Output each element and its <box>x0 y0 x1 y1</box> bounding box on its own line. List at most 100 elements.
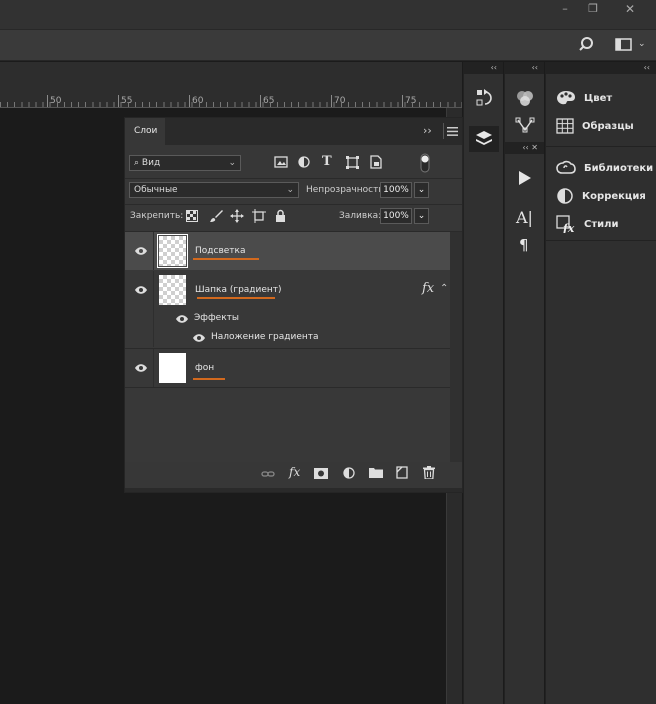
tool-dock-1: ‹‹ <box>463 62 503 704</box>
layer-row[interactable]: Шапка (градиент) fx ⌃ <box>125 271 450 347</box>
link-layers-icon[interactable] <box>261 469 275 479</box>
panel-color[interactable]: Цвет <box>556 86 612 110</box>
swatches-grid-icon <box>556 118 574 134</box>
channels-icon[interactable] <box>515 88 535 108</box>
options-bar: ⌄ <box>0 30 656 61</box>
filter-pixel-icon[interactable] <box>274 156 288 168</box>
blend-mode-select[interactable]: Обычные ⌄ <box>129 182 299 198</box>
visibility-eye-icon[interactable] <box>192 333 206 343</box>
new-layer-icon[interactable] <box>396 466 408 479</box>
lock-all-icon[interactable] <box>275 209 286 222</box>
layer-thumbnail <box>157 234 188 268</box>
lock-transparency-icon[interactable] <box>186 210 198 222</box>
lock-pixels-brush-icon[interactable] <box>209 209 223 223</box>
annotation-underline <box>197 297 275 299</box>
layer-name[interactable]: Подсветка <box>195 246 245 256</box>
collapse-icon[interactable]: ‹‹ ✕ <box>505 142 544 154</box>
new-adjustment-layer-icon[interactable] <box>343 467 355 479</box>
filter-shape-icon[interactable] <box>346 156 359 169</box>
fill-label: Заливка: <box>339 211 382 221</box>
lock-label: Закрепить: <box>130 211 184 221</box>
collapse-effects-icon[interactable]: ⌃ <box>440 283 448 294</box>
delete-layer-trash-icon[interactable] <box>423 466 435 479</box>
panel-dock-3: ‹‹ Цвет Образцы Библиотеки Коррекция fx … <box>545 62 656 704</box>
layers-panel-icon[interactable] <box>469 126 499 152</box>
layer-name[interactable]: фон <box>195 363 214 373</box>
panel-label: Коррекция <box>582 190 646 202</box>
effect-item-label: Наложение градиента <box>211 332 319 342</box>
panel-expand-icon[interactable]: ›› <box>423 124 432 137</box>
tab-layers[interactable]: Слои <box>125 118 165 145</box>
panel-label: Цвет <box>584 92 613 104</box>
layers-bottom-toolbar: fx <box>125 462 462 488</box>
chevron-down-icon: ⌄ <box>228 158 236 168</box>
lock-position-move-icon[interactable] <box>230 209 244 223</box>
lock-artboard-icon[interactable] <box>252 209 266 223</box>
styles-fx-icon: fx <box>556 215 576 233</box>
visibility-eye-icon[interactable] <box>134 363 148 373</box>
visibility-eye-icon[interactable] <box>134 285 148 295</box>
panel-label: Образцы <box>582 120 634 132</box>
panel-menu-icon[interactable] <box>447 127 458 136</box>
minimize-button[interactable]: – <box>552 0 578 18</box>
layers-scrollbar[interactable] <box>450 232 462 462</box>
chevron-down-icon: ⌄ <box>417 211 426 221</box>
panel-resize-handle[interactable] <box>125 488 462 492</box>
cc-libraries-icon <box>556 160 576 176</box>
search-icon[interactable] <box>579 36 597 54</box>
layer-row[interactable]: фон <box>125 349 450 387</box>
layers-panel: Слои ›› ⌕ Вид ⌄ T Обычные ⌄ Непрозрачнос… <box>124 117 463 493</box>
annotation-underline <box>193 258 259 260</box>
fill-dropdown[interactable]: ⌄ <box>414 208 429 224</box>
workspace-icon[interactable] <box>615 37 633 53</box>
restore-button[interactable]: ❐ <box>580 0 606 18</box>
chevron-down-icon: ⌄ <box>286 185 294 195</box>
filter-toggle-switch[interactable] <box>420 153 430 173</box>
layer-row[interactable]: Подсветка <box>125 232 450 270</box>
collapse-icon[interactable]: ‹‹ <box>505 62 544 74</box>
layers-list: Подсветка Шапка (градиент) fx ⌃ Эффекты … <box>125 232 450 462</box>
visibility-eye-icon[interactable] <box>175 314 189 324</box>
add-mask-icon[interactable] <box>314 468 328 479</box>
blend-mode-value: Обычные <box>134 185 178 195</box>
actions-play-icon[interactable] <box>518 170 532 186</box>
fill-input[interactable]: 100% <box>380 208 412 224</box>
ruler-minor-ticks <box>0 102 462 107</box>
layer-thumbnail <box>159 275 186 305</box>
paths-icon[interactable] <box>515 116 535 134</box>
panel-styles[interactable]: fx Стили <box>556 212 618 236</box>
chevron-down-icon: ⌄ <box>417 185 426 195</box>
panel-adjustments[interactable]: Коррекция <box>556 184 646 208</box>
filter-type-icon[interactable]: T <box>322 154 332 169</box>
layer-filter-select[interactable]: ⌕ Вид ⌄ <box>129 155 241 171</box>
filter-label: Вид <box>141 158 161 168</box>
close-button[interactable]: ✕ <box>614 0 646 18</box>
panel-libraries[interactable]: Библиотеки <box>556 156 653 180</box>
filter-adjustment-icon[interactable] <box>298 156 310 168</box>
opacity-label: Непрозрачность: <box>306 185 387 195</box>
search-icon: ⌕ <box>134 158 140 168</box>
effects-row[interactable]: Эффекты <box>125 310 450 329</box>
adjustments-icon <box>556 188 574 204</box>
chevron-down-icon[interactable]: ⌄ <box>638 39 646 49</box>
opacity-input[interactable]: 100% <box>380 182 412 198</box>
effects-label: Эффекты <box>194 313 239 323</box>
collapse-icon[interactable]: ‹‹ <box>464 62 503 74</box>
collapse-icon[interactable]: ‹‹ <box>546 62 656 74</box>
add-layer-style-icon[interactable]: fx <box>289 465 300 479</box>
filter-smartobject-icon[interactable] <box>370 155 382 169</box>
layer-name[interactable]: Шапка (градиент) <box>195 285 282 295</box>
history-icon[interactable] <box>476 88 494 108</box>
paragraph-icon[interactable]: ¶ <box>519 236 529 254</box>
visibility-eye-icon[interactable] <box>134 246 148 256</box>
tool-dock-2: ‹‹ ‹‹ ✕ A| ¶ <box>504 62 544 704</box>
fx-badge-icon[interactable]: fx <box>422 281 434 296</box>
panel-swatches[interactable]: Образцы <box>556 114 634 138</box>
effect-item-row[interactable]: Наложение градиента <box>125 329 450 348</box>
character-icon[interactable]: A| <box>516 208 533 227</box>
layer-thumbnail <box>159 353 186 383</box>
new-group-folder-icon[interactable] <box>369 467 383 478</box>
horizontal-ruler: 50 55 60 65 70 75 <box>0 62 462 108</box>
opacity-dropdown[interactable]: ⌄ <box>414 182 429 198</box>
panel-label: Библиотеки <box>584 162 654 174</box>
